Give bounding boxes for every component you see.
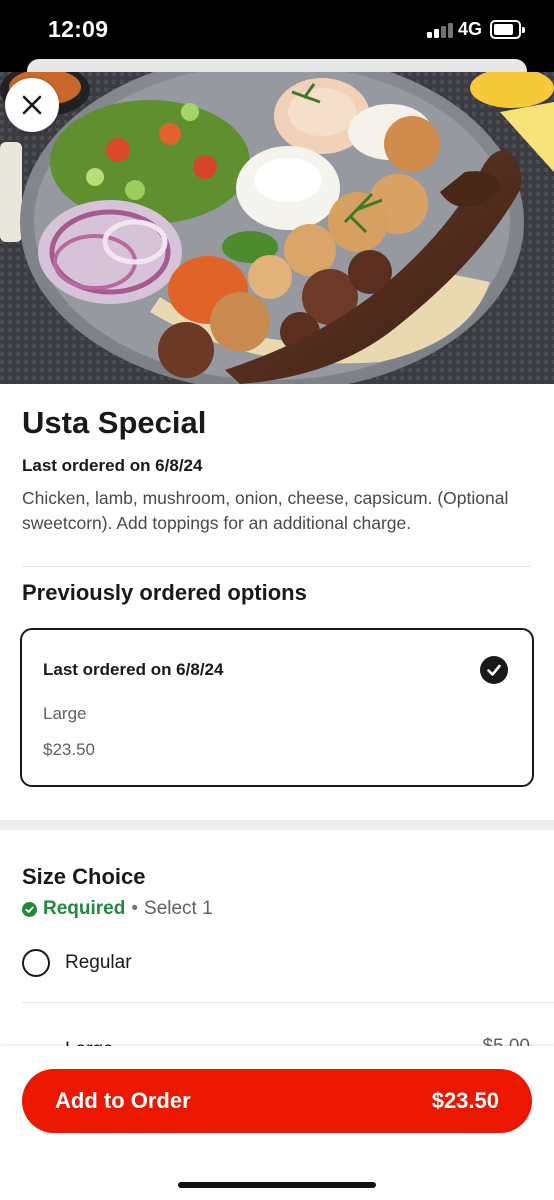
- section-divider: [0, 820, 554, 830]
- size-choice-heading: Size Choice: [22, 864, 146, 889]
- size-option-label: Regular: [65, 952, 132, 973]
- item-title: Usta Special: [22, 405, 207, 440]
- radio-button[interactable]: [22, 949, 50, 977]
- add-to-order-label: Add to Order: [55, 1088, 191, 1113]
- item-photo: [0, 72, 554, 384]
- size-option-regular[interactable]: Regular: [22, 949, 132, 977]
- divider: [22, 566, 532, 567]
- option-card-title: Last ordered on 6/8/24: [43, 660, 224, 679]
- close-icon: [22, 95, 42, 115]
- bottom-action-bar: Add to Order $23.50: [0, 1046, 554, 1200]
- checkmark-icon: [480, 656, 508, 684]
- item-description: Chicken, lamb, mushroom, onion, cheese, …: [22, 488, 509, 533]
- select-count: Select 1: [144, 898, 213, 919]
- signal-icon: [427, 22, 453, 38]
- check-circle-icon: [22, 901, 37, 917]
- status-time: 12:09: [48, 16, 109, 42]
- divider: [22, 1002, 554, 1003]
- required-label: Required: [43, 898, 126, 919]
- last-ordered-date: Last ordered on 6/8/24: [22, 456, 203, 475]
- option-card-size: Large: [43, 704, 87, 723]
- add-to-order-price: $23.50: [431, 1088, 499, 1113]
- add-to-order-button[interactable]: Add to Order $23.50: [22, 1069, 532, 1133]
- network-label: 4G: [458, 19, 483, 39]
- previously-ordered-heading: Previously ordered options: [22, 580, 307, 605]
- home-indicator[interactable]: [178, 1182, 376, 1188]
- battery-icon: [490, 20, 525, 39]
- separator-dot: •: [131, 898, 139, 919]
- close-button[interactable]: [5, 78, 59, 132]
- option-card-price: $23.50: [43, 740, 95, 759]
- required-indicator: Required • Select 1: [22, 898, 213, 920]
- previous-order-option-card[interactable]: Last ordered on 6/8/24 Large $23.50: [20, 628, 534, 787]
- status-bar: 12:09 4G: [0, 0, 554, 79]
